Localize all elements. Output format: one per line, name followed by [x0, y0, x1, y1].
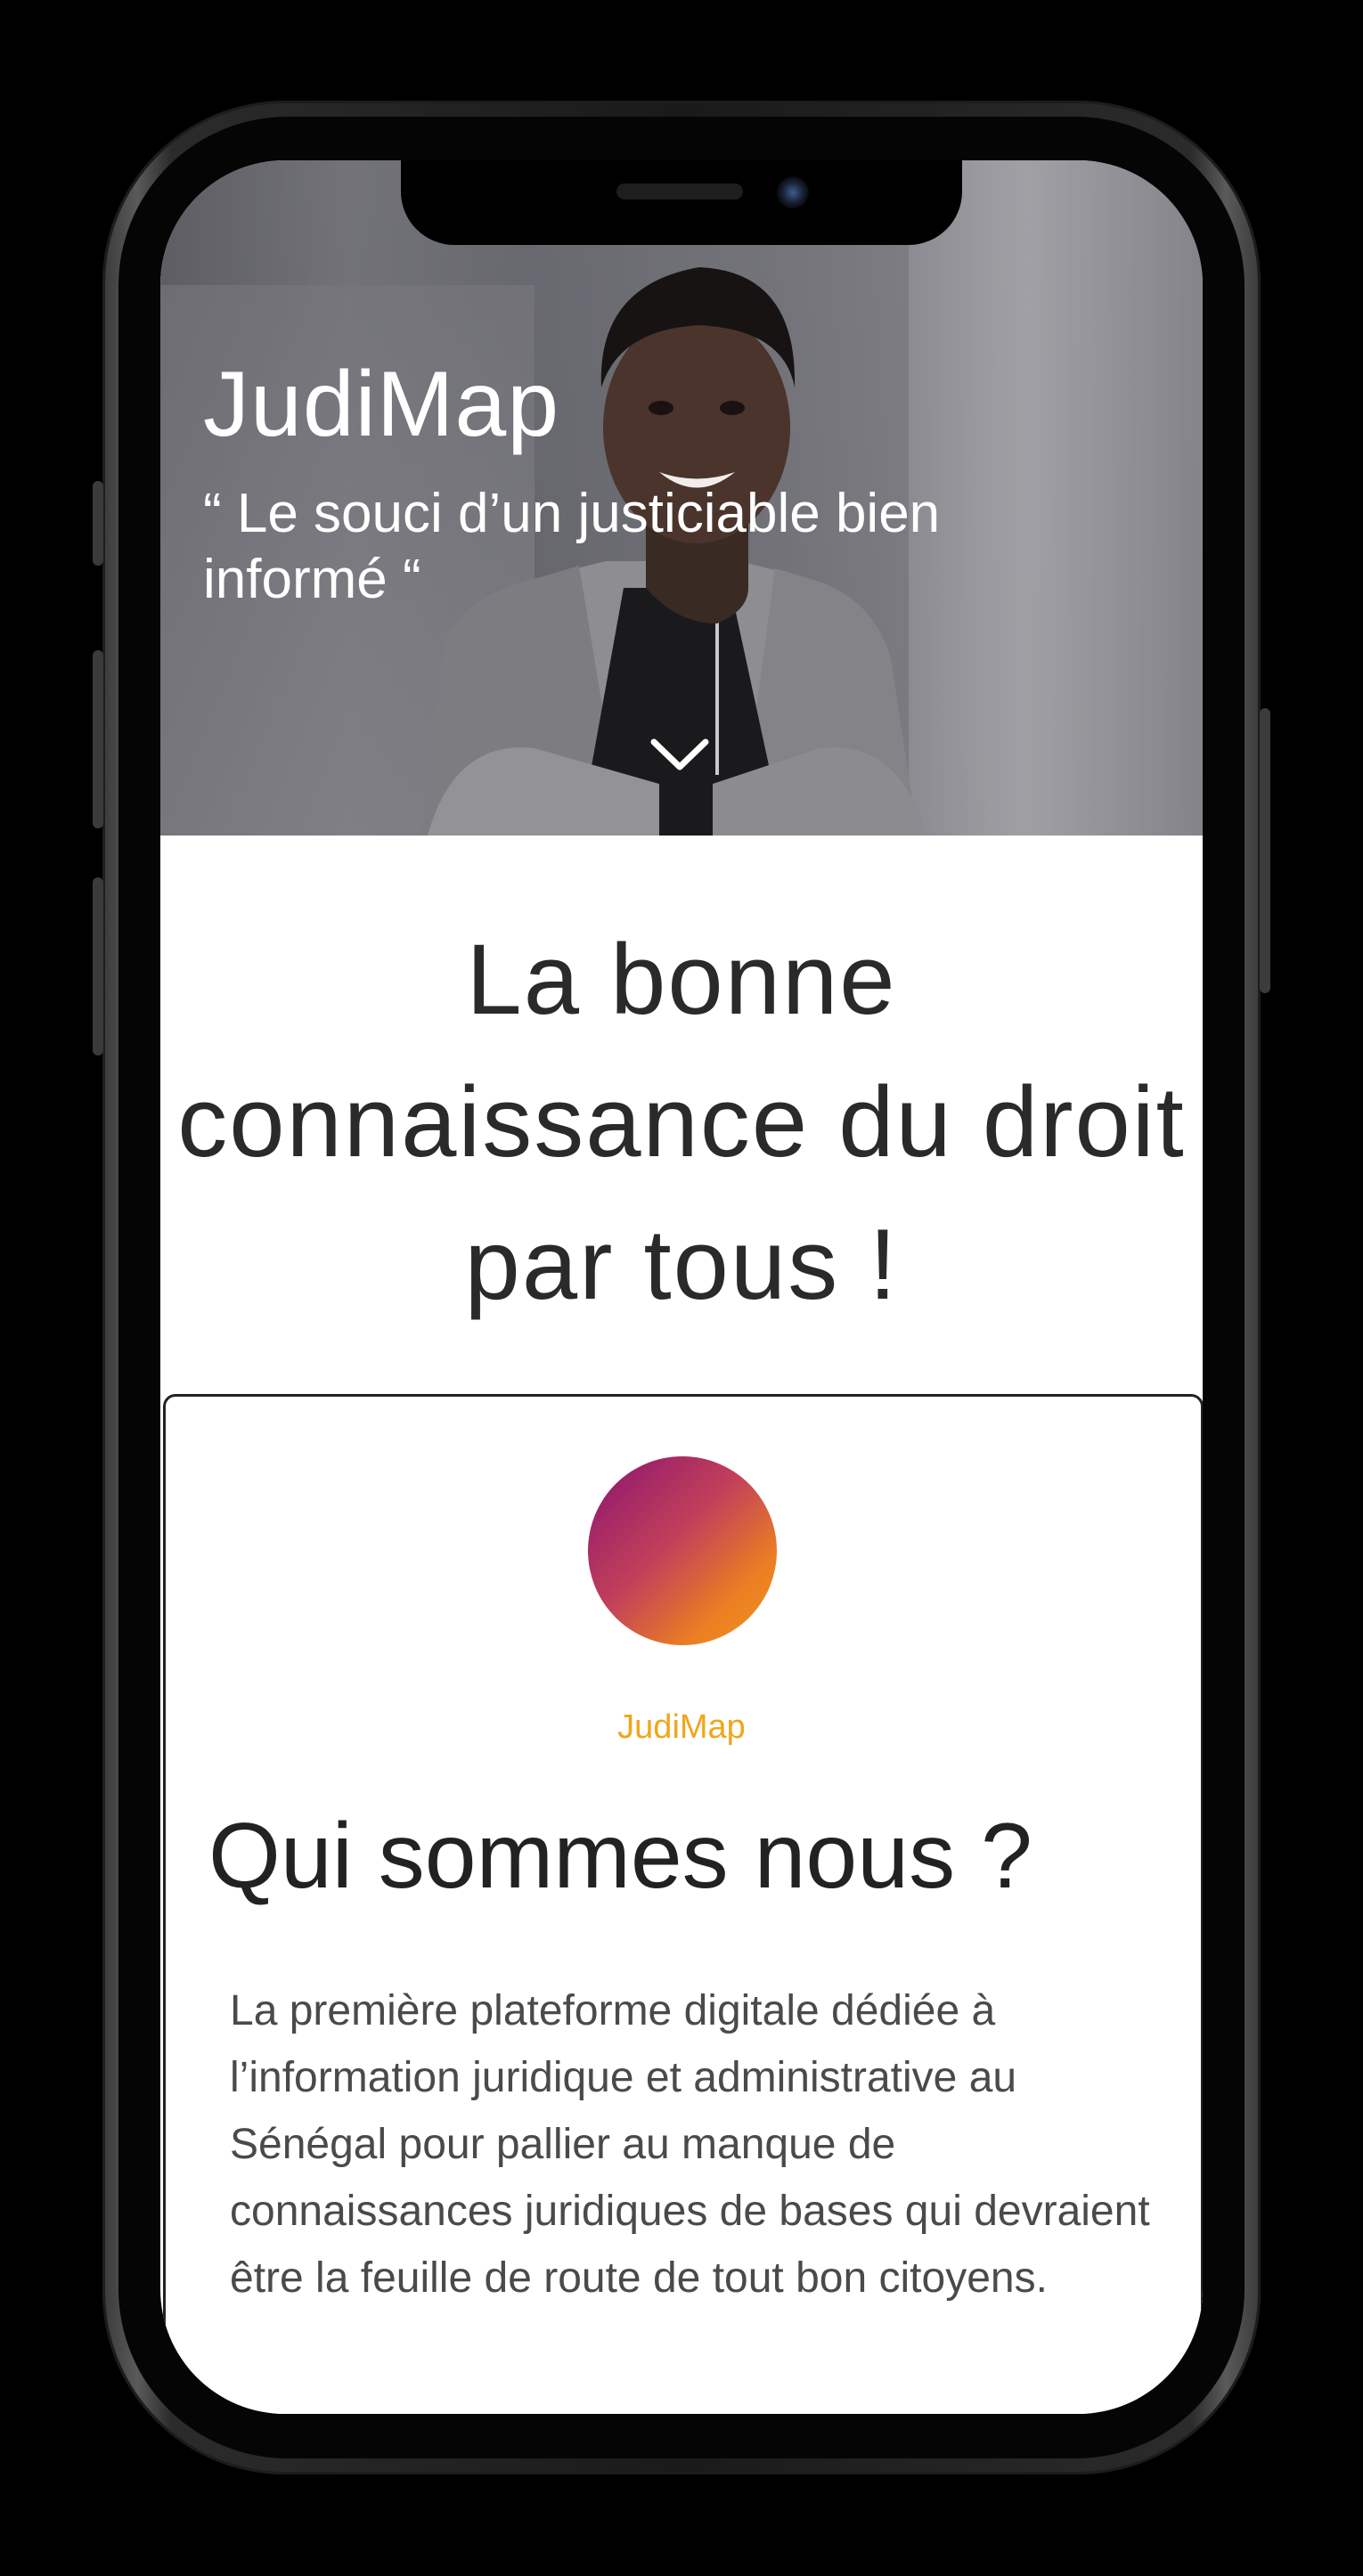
hero-title: JudiMap: [203, 353, 560, 456]
earpiece-speaker: [616, 183, 743, 200]
section-title: Qui sommes nous ?: [208, 1805, 1032, 1908]
power-button: [1260, 708, 1270, 993]
brand-logo: [588, 1456, 777, 1645]
phone-screen: JudiMap “ Le souci d’un justiciable bien…: [160, 160, 1203, 2414]
volume-up-button: [93, 650, 103, 828]
tagline-line-1: La bonne: [466, 924, 897, 1035]
tagline-line-3: par tous !: [464, 1209, 899, 1320]
phone-notch: [401, 160, 962, 245]
tagline-heading: La bonne connaissance du droit par tous …: [160, 909, 1203, 1336]
section-body: La première plateforme digitale dédiée à…: [230, 1987, 1150, 2302]
hero-quote: “ Le souci d’un justiciable bien informé…: [203, 483, 941, 610]
brand-label: JudiMap: [617, 1708, 746, 1746]
mute-switch: [93, 481, 103, 566]
front-camera: [777, 176, 809, 208]
mockup-stage: JudiMap “ Le souci d’un justiciable bien…: [0, 0, 1363, 2576]
volume-down-button: [93, 877, 103, 1056]
hero-banner: JudiMap “ Le souci d’un justiciable bien…: [160, 160, 1203, 836]
chevron-down-icon[interactable]: [649, 735, 711, 776]
tagline-line-2: connaissance du droit: [177, 1066, 1186, 1178]
